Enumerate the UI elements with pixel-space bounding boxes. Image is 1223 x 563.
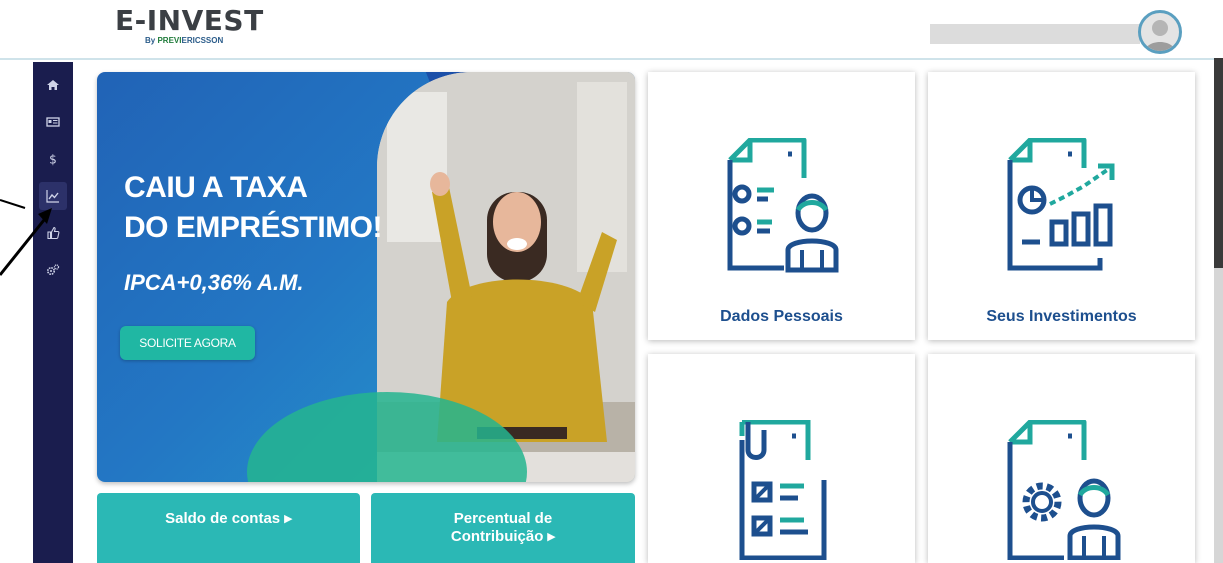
card-dados-pessoais[interactable]: Dados Pessoais xyxy=(648,72,915,340)
percentual-label-line1: Percentual de xyxy=(453,510,553,527)
banner-title: CAIU A TAXA DO EMPRÉSTIMO! xyxy=(124,168,383,248)
card-settings-user[interactable] xyxy=(928,354,1195,563)
card-label: Seus Investimentos xyxy=(986,308,1137,325)
percentual-label: Percentual de Contribuição ▸ xyxy=(451,510,555,563)
logo[interactable]: E-INVEST By PREVIERICSSON xyxy=(115,6,264,46)
banner-title-line2: DO EMPRÉSTIMO! xyxy=(124,211,383,244)
banner-rate: IPCA+0,36% A.M. xyxy=(124,270,304,295)
checklist-icon xyxy=(739,420,826,560)
saldo-contas-button[interactable]: Saldo de contas ▸ xyxy=(97,493,360,563)
sidebar-item-home[interactable] xyxy=(39,71,67,99)
svg-text:$: $ xyxy=(49,153,57,167)
promo-banner[interactable]: CAIU A TAXA DO EMPRÉSTIMO! IPCA+0,36% A.… xyxy=(97,72,635,482)
sidebar-item-profile[interactable] xyxy=(39,108,67,136)
logo-title: E-INVEST xyxy=(115,4,264,37)
personal-data-icon xyxy=(727,138,838,273)
card-label: Dados Pessoais xyxy=(720,308,843,325)
logo-brand-b: ERICSSON xyxy=(181,36,224,45)
banner-title-line1: CAIU A TAXA xyxy=(124,171,308,204)
settings-user-icon xyxy=(1007,420,1120,560)
percentual-contribuicao-button[interactable]: Percentual de Contribuição ▸ xyxy=(371,493,635,563)
percentual-label-line2: Contribuição ▸ xyxy=(450,528,556,545)
request-loan-button[interactable]: SOLICITE AGORA xyxy=(120,326,255,360)
saldo-contas-label: Saldo de contas ▸ xyxy=(165,510,292,527)
pointer-arrow-icon xyxy=(0,199,52,276)
card-seus-investimentos[interactable]: Seus Investimentos xyxy=(928,72,1195,340)
avatar-icon xyxy=(1145,20,1175,51)
header: E-INVEST By PREVIERICSSON xyxy=(0,0,1223,60)
sidebar-item-finance[interactable]: $ xyxy=(39,145,67,173)
user-avatar[interactable] xyxy=(1138,10,1182,54)
dollar-icon: $ xyxy=(49,153,57,167)
user-name-bar[interactable] xyxy=(930,24,1140,44)
id-card-icon xyxy=(46,117,60,127)
home-icon xyxy=(47,80,59,90)
investments-icon xyxy=(1007,138,1114,271)
sidebar: $ xyxy=(33,62,73,563)
logo-brand-a: PREVI xyxy=(157,36,182,45)
logo-by: By xyxy=(145,36,156,45)
scrollbar-thumb[interactable] xyxy=(1214,58,1223,268)
card-checklist[interactable] xyxy=(648,354,915,563)
logo-subtitle: By PREVIERICSSON xyxy=(145,36,264,46)
